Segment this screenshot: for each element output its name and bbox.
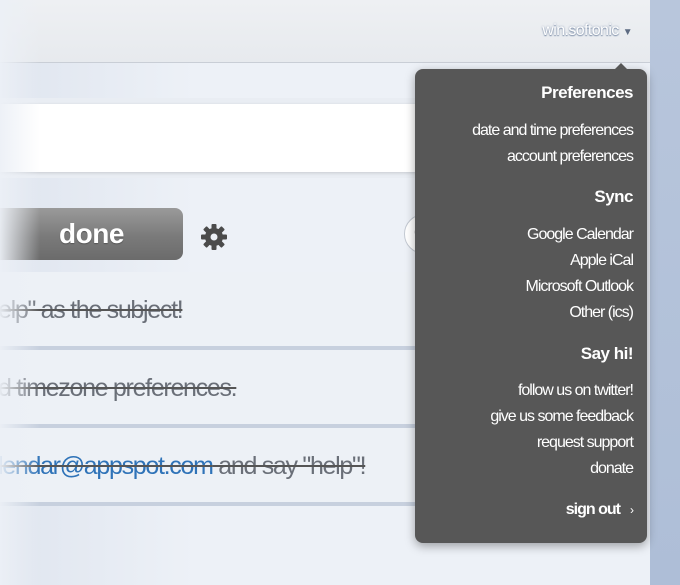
task-text: elp" as the subject! [0, 296, 184, 324]
menu-item-account-preferences[interactable]: account preferences [507, 148, 634, 166]
caret-down-icon: ▼ [622, 27, 633, 38]
top-bar: win.softonic ▼ [0, 0, 650, 63]
task-text: lendar@appspot.com and say "help"! [0, 452, 367, 480]
task-text: d timezone preferences. [0, 374, 238, 402]
menu-item-request-support[interactable]: request support [537, 434, 634, 452]
page-background [650, 0, 680, 585]
menu-item-google-calendar[interactable]: Google Calendar [527, 226, 634, 244]
menu-item-apple-ical[interactable]: Apple iCal [570, 252, 634, 270]
username-label: win.softonic [542, 22, 619, 39]
task-item[interactable]: lendar@appspot.com and say "help"! [0, 428, 440, 506]
menu-item-other-ics[interactable]: Other (ics) [569, 304, 634, 322]
task-input[interactable] [0, 104, 440, 172]
sign-out-label: sign out [565, 501, 621, 518]
menu-heading-preferences: Preferences [541, 83, 633, 102]
email-link[interactable]: lendar@appspot.com [0, 452, 214, 480]
done-button[interactable]: done [0, 208, 183, 260]
user-menu[interactable]: win.softonic ▼ [542, 22, 632, 40]
task-item[interactable]: elp" as the subject! [0, 272, 440, 350]
settings-dropdown-menu: Preferences date and time preferences ac… [415, 63, 647, 543]
chevron-right-icon: › [630, 503, 634, 517]
menu-item-donate[interactable]: donate [590, 460, 634, 478]
menu-pointer [615, 63, 627, 69]
task-list: elp" as the subject! d timezone preferen… [0, 272, 440, 506]
menu-heading-sync: Sync [594, 187, 633, 206]
menu-heading-say-hi: Say hi! [580, 344, 634, 363]
menu-item-follow-twitter[interactable]: follow us on twitter! [518, 382, 634, 400]
task-item[interactable]: d timezone preferences. [0, 350, 440, 428]
menu-item-feedback[interactable]: give us some feedback [490, 408, 634, 426]
sign-out-link[interactable]: sign out › [565, 501, 634, 519]
menu-item-date-time-preferences[interactable]: date and time preferences [472, 122, 634, 140]
gear-icon[interactable] [199, 222, 229, 252]
menu-item-microsoft-outlook[interactable]: Microsoft Outlook [526, 278, 634, 296]
